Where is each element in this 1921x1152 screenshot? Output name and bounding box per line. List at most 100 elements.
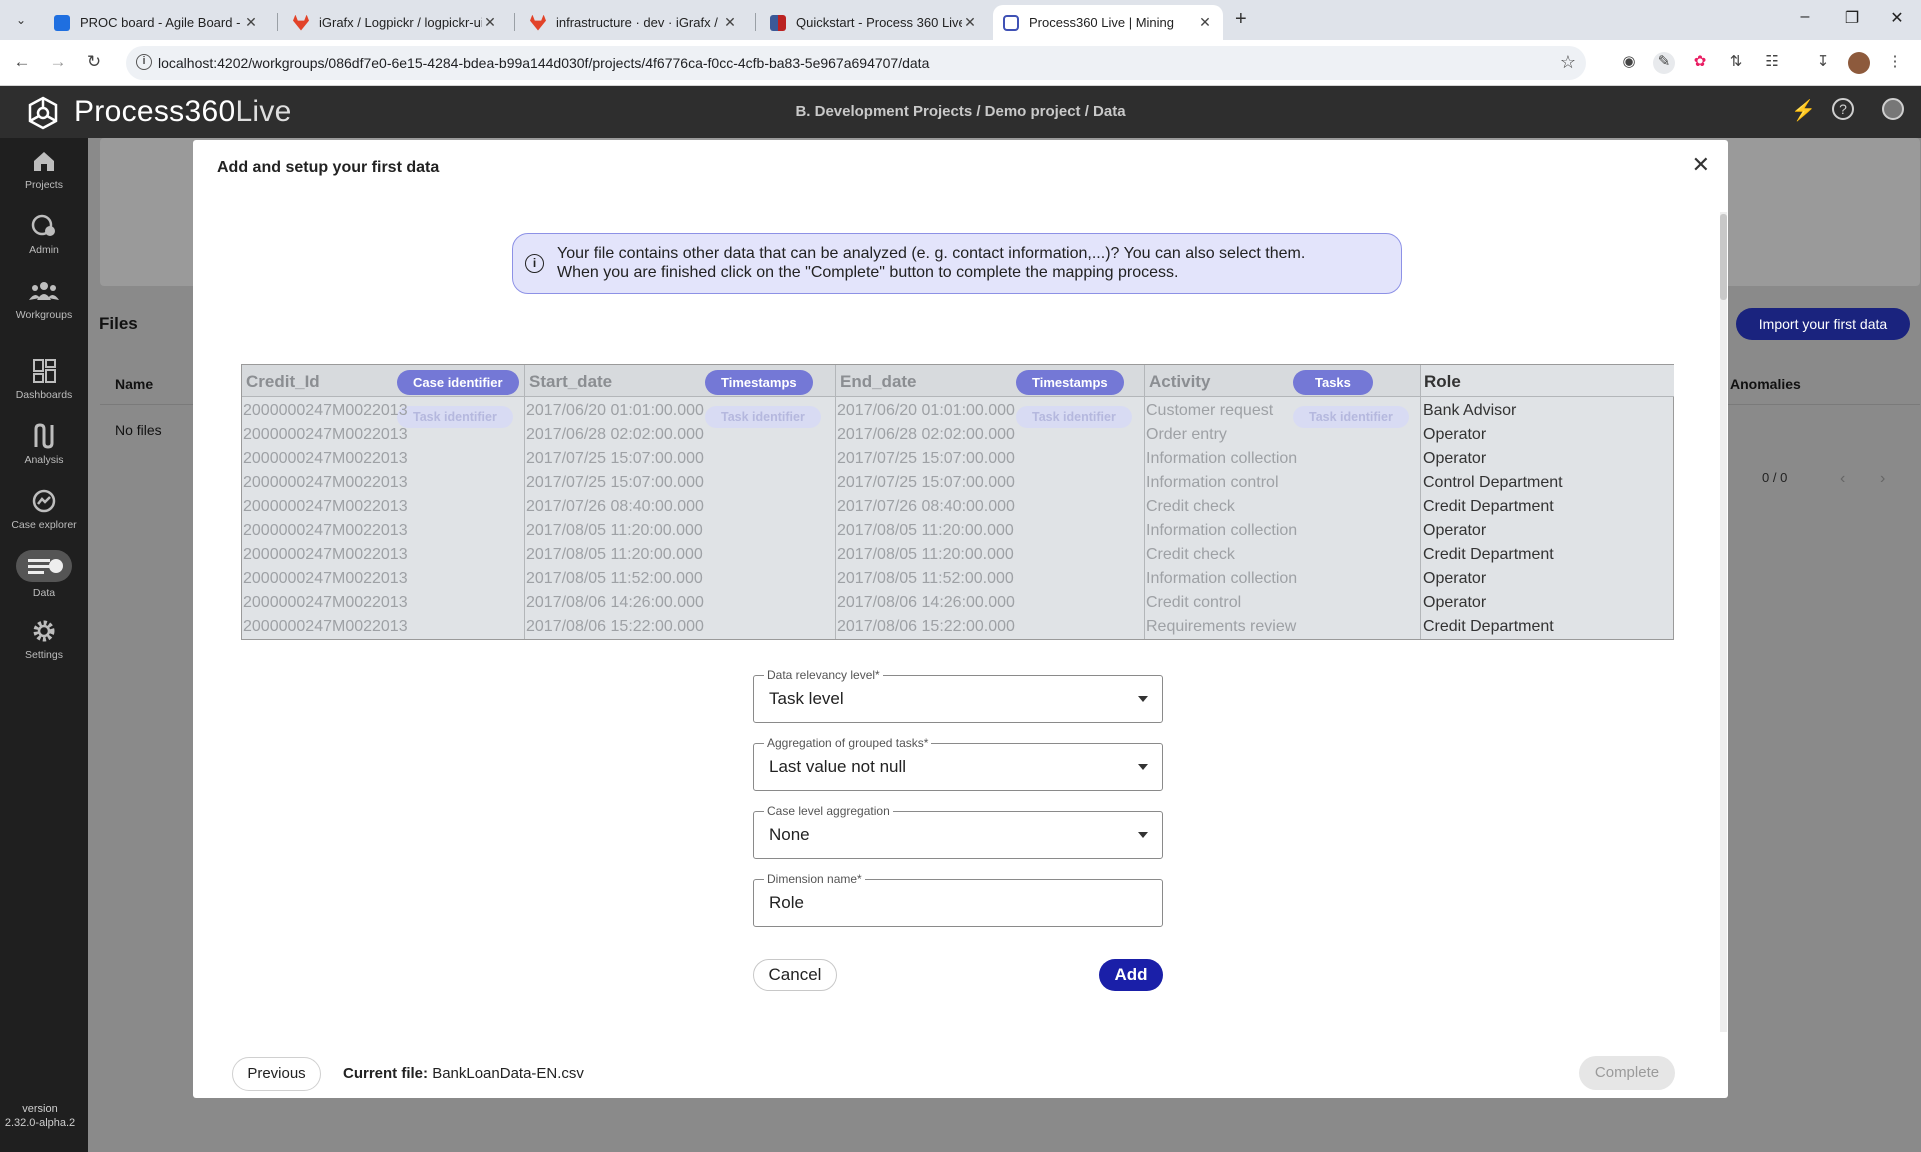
address-bar: ← → ↻ i localhost:4202/workgroups/086df7… (0, 40, 1921, 86)
browser-tab-quickstart[interactable]: Quickstart - Process 360 Live | M ✕ (760, 5, 988, 40)
field-value[interactable]: Role (769, 893, 804, 913)
sidebar-item-admin[interactable]: Admin (0, 213, 88, 256)
tab-title: PROC board - Agile Board - Jira (80, 15, 243, 30)
browser-menu-icon[interactable]: ⋮ (1884, 52, 1906, 74)
profile-avatar[interactable] (1848, 52, 1870, 74)
column-role[interactable]: Role Bank Advisor Operator Operator Cont… (1421, 365, 1674, 639)
field-value[interactable]: None (769, 825, 810, 845)
previous-button[interactable]: Previous (232, 1057, 321, 1091)
tab-title: Process360 Live | Mining (1029, 15, 1175, 30)
column-header[interactable]: Role (1421, 365, 1674, 397)
new-tab-plus-icon[interactable]: + (1235, 8, 1247, 31)
bookmark-star-icon[interactable]: ☆ (1560, 52, 1576, 73)
sidebar-item-settings[interactable]: Settings (0, 618, 88, 661)
import-first-data-button[interactable]: Import your first data (1736, 308, 1910, 340)
sidebar-item-label: Workgroups (15, 309, 73, 321)
tab-search-chevron-icon[interactable]: ⌄ (8, 8, 34, 32)
timestamps-chip[interactable]: Timestamps (1016, 370, 1124, 395)
download-icon[interactable]: ↧ (1812, 52, 1834, 74)
column-header[interactable]: Activity Tasks (1145, 365, 1420, 397)
close-window-icon[interactable]: ✕ (1882, 8, 1912, 28)
field-value[interactable]: Task level (769, 689, 844, 709)
url-field[interactable]: i localhost:4202/workgroups/086df7e0-6e1… (126, 46, 1586, 80)
extensions-puzzle-icon[interactable]: ☷ (1761, 52, 1783, 74)
translate-extension-icon[interactable]: ⇅ (1725, 52, 1747, 74)
files-title: Files (99, 314, 138, 333)
lightning-icon[interactable]: ⚡ (1791, 98, 1816, 123)
restore-icon[interactable]: ❐ (1837, 8, 1867, 28)
eye-extension-icon[interactable]: ◉ (1618, 52, 1640, 74)
column-end-date[interactable]: End_date Timestamps Task identifier 2017… (836, 365, 1144, 639)
browser-tab-bar: ⌄ PROC board - Agile Board - Jira ✕ iGra… (0, 0, 1921, 40)
column-header[interactable]: Credit_Id Case identifier (242, 365, 524, 397)
table-cell: Operator (1423, 570, 1487, 587)
user-avatar[interactable] (1882, 98, 1904, 120)
figma-extension-icon[interactable]: ✿ (1689, 52, 1711, 74)
prev-page-icon[interactable]: ‹ (1840, 470, 1845, 488)
column-header[interactable]: End_date Timestamps (836, 365, 1144, 397)
column-values: 2017/06/20 01:01:00.000 2017/06/28 02:02… (837, 401, 1015, 641)
table-cell: Operator (1423, 594, 1487, 611)
case-level-aggregation-select[interactable]: Case level aggregation None (753, 804, 1163, 859)
column-header[interactable]: Start_date Timestamps (525, 365, 835, 397)
table-cell: Information collection (1146, 522, 1298, 539)
aggregation-grouped-tasks-select[interactable]: Aggregation of grouped tasks* Last value… (753, 736, 1163, 791)
close-icon[interactable]: ✕ (1692, 152, 1710, 178)
gitlab-icon (293, 14, 309, 31)
close-tab-icon[interactable]: ✕ (722, 14, 738, 31)
task-identifier-chip[interactable]: Task identifier (705, 406, 821, 428)
browser-tab-process360[interactable]: Process360 Live | Mining ✕ (993, 5, 1223, 40)
dimension-name-input[interactable]: Dimension name* Role (753, 872, 1163, 927)
sidebar-item-workgroups[interactable]: Workgroups (0, 278, 88, 321)
tasks-chip[interactable]: Tasks (1293, 370, 1373, 395)
url-text[interactable]: localhost:4202/workgroups/086df7e0-6e15-… (158, 55, 929, 71)
cancel-button[interactable]: Cancel (753, 959, 837, 991)
sidebar-item-dashboards[interactable]: Dashboards (0, 358, 88, 401)
site-info-icon[interactable]: i (136, 54, 152, 70)
sidebar-item-data[interactable]: Data (0, 550, 88, 599)
info-text: Your file contains other data that can b… (557, 245, 1306, 281)
chevron-down-icon[interactable] (1138, 764, 1148, 770)
info-icon: i (525, 254, 544, 273)
column-start-date[interactable]: Start_date Timestamps Task identifier 20… (525, 365, 835, 639)
sidebar-item-analysis[interactable]: Analysis (0, 423, 88, 466)
table-cell: 2017/07/25 15:07:00.000 (526, 450, 704, 467)
browser-tab-jira[interactable]: PROC board - Agile Board - Jira ✕ (44, 5, 269, 40)
reload-icon[interactable]: ↻ (82, 52, 106, 72)
complete-button[interactable]: Complete (1579, 1056, 1675, 1090)
close-tab-icon[interactable]: ✕ (962, 14, 978, 31)
sidebar-item-case-explorer[interactable]: Case explorer (0, 488, 88, 531)
field-value[interactable]: Last value not null (769, 757, 906, 777)
task-identifier-chip[interactable]: Task identifier (1016, 406, 1132, 428)
next-page-icon[interactable]: › (1880, 470, 1885, 488)
case-identifier-chip[interactable]: Case identifier (397, 370, 519, 395)
task-identifier-chip[interactable]: Task identifier (1293, 406, 1409, 428)
sidebar-item-projects[interactable]: Projects (0, 148, 88, 191)
browser-tab-gitlab-ui[interactable]: iGrafx / Logpickr / logpickr-ui · ✕ (283, 5, 508, 40)
pen-extension-icon[interactable]: ✎ (1653, 52, 1675, 74)
admin-icon (31, 214, 55, 236)
timestamps-chip[interactable]: Timestamps (705, 370, 813, 395)
dialog-scrollbar[interactable] (1720, 212, 1727, 1032)
add-button[interactable]: Add (1099, 959, 1163, 991)
close-tab-icon[interactable]: ✕ (243, 14, 259, 31)
process360-icon (1003, 14, 1019, 31)
minimize-icon[interactable]: – (1790, 8, 1820, 26)
sidebar: Projects Admin Workgroups Dashboards Ana… (0, 138, 88, 1152)
back-icon[interactable]: ← (10, 52, 34, 72)
chevron-down-icon[interactable] (1138, 832, 1148, 838)
table-cell: 2017/07/25 15:07:00.000 (837, 474, 1015, 491)
chevron-down-icon[interactable] (1138, 696, 1148, 702)
column-credit-id[interactable]: Credit_Id Case identifier Task identifie… (242, 365, 524, 639)
column-activity[interactable]: Activity Tasks Task identifier Customer … (1145, 365, 1420, 639)
forward-icon[interactable]: → (46, 52, 70, 72)
task-identifier-chip[interactable]: Task identifier (397, 406, 513, 428)
help-icon[interactable]: ? (1832, 98, 1854, 120)
table-cell: 2000000247M0022013 (243, 546, 408, 563)
data-relevancy-select[interactable]: Data relevancy level* Task level (753, 668, 1163, 723)
close-tab-icon[interactable]: ✕ (1197, 14, 1213, 31)
dialog-scrollbar-thumb[interactable] (1720, 214, 1727, 300)
browser-tab-gitlab-infra[interactable]: infrastructure · dev · iGrafx / Lo ✕ (520, 5, 748, 40)
close-tab-icon[interactable]: ✕ (482, 14, 498, 31)
column-values: 2000000247M0022013 2000000247M0022013 20… (243, 401, 408, 641)
